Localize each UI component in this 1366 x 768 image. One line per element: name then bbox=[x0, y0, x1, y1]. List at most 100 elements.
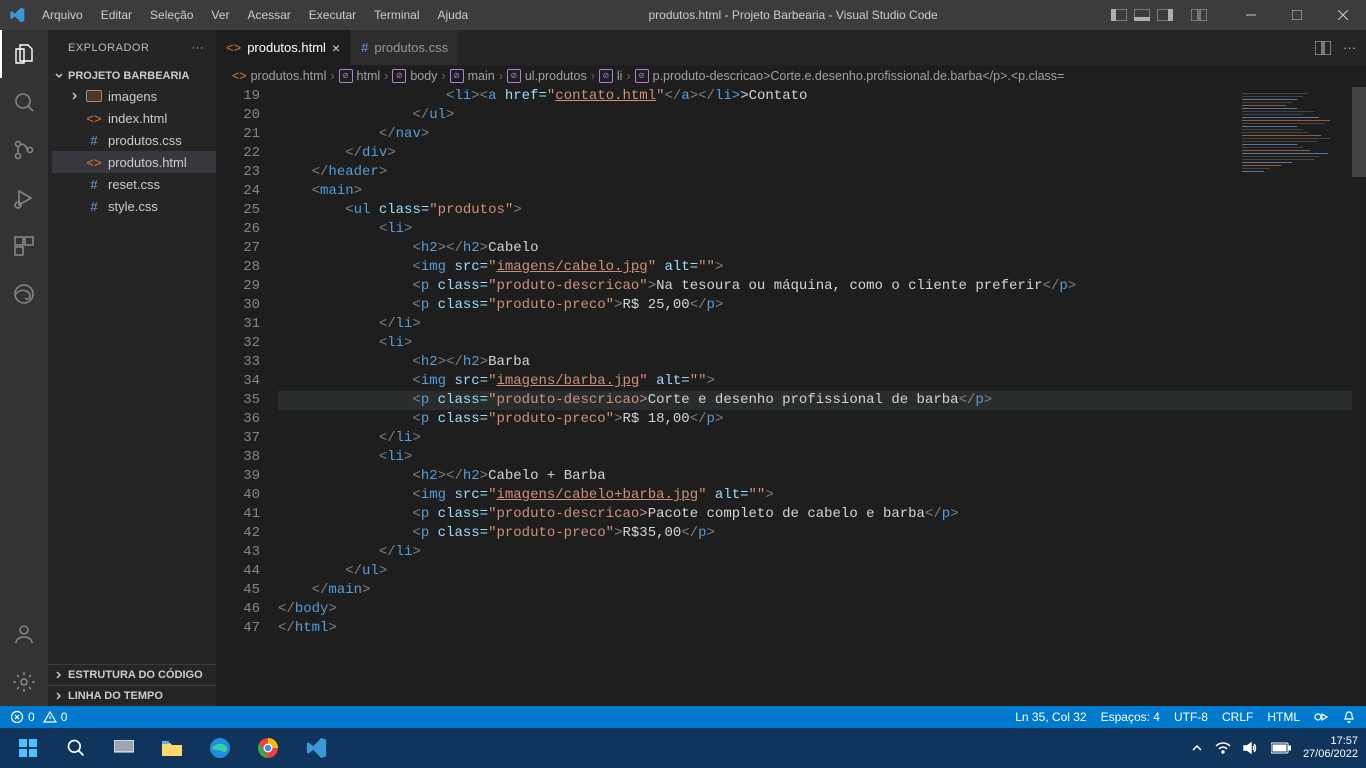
activity-edge-icon[interactable] bbox=[0, 270, 48, 318]
taskbar-search-icon[interactable] bbox=[56, 728, 96, 768]
editor-group: <> produtos.html × # produtos.css ··· <>… bbox=[216, 30, 1366, 706]
system-clock[interactable]: 17:57 27/06/2022 bbox=[1303, 735, 1358, 761]
vscode-logo-icon bbox=[0, 7, 34, 23]
timeline-section[interactable]: LINHA DO TEMPO bbox=[48, 685, 216, 706]
editor-tabs: <> produtos.html × # produtos.css ··· bbox=[216, 30, 1366, 65]
breadcrumb[interactable]: <> produtos.html› ⊘html› ⊘body› ⊘main› ⊘… bbox=[216, 65, 1366, 87]
bc-item[interactable]: ul.produtos bbox=[525, 69, 587, 83]
bc-item[interactable]: li bbox=[617, 69, 623, 83]
tree-file-produtos-css[interactable]: #produtos.css bbox=[52, 129, 216, 151]
tree-file-index[interactable]: <>index.html bbox=[52, 107, 216, 129]
status-eol[interactable]: CRLF bbox=[1222, 710, 1253, 724]
timeline-label: LINHA DO TEMPO bbox=[68, 690, 163, 702]
bc-item[interactable]: produtos.html bbox=[251, 69, 327, 83]
folder-icon bbox=[86, 88, 102, 104]
sidebar-more-icon[interactable]: ··· bbox=[192, 42, 205, 54]
status-bell-icon[interactable] bbox=[1342, 710, 1356, 724]
status-errors[interactable]: 0 bbox=[10, 710, 35, 724]
css-file-icon: # bbox=[86, 132, 102, 148]
tree-file-reset-css[interactable]: # reset.css bbox=[52, 173, 216, 195]
tray-chevron-icon[interactable] bbox=[1191, 742, 1203, 754]
tree-file-produtos-html[interactable]: <>produtos.html bbox=[52, 151, 216, 173]
bc-item[interactable]: html bbox=[357, 69, 381, 83]
activity-settings-icon[interactable] bbox=[0, 658, 48, 706]
tree-file-style-css[interactable]: #style.css bbox=[52, 195, 216, 217]
window-maximize-button[interactable] bbox=[1274, 0, 1320, 30]
tree-label: produtos.html bbox=[108, 155, 187, 170]
html-file-icon: <> bbox=[232, 69, 247, 83]
tab-close-icon[interactable]: × bbox=[332, 40, 340, 56]
window-minimize-button[interactable] bbox=[1228, 0, 1274, 30]
activity-bar bbox=[0, 30, 48, 706]
status-bar: 0 0 Ln 35, Col 32 Espaços: 4 UTF-8 CRLF … bbox=[0, 706, 1366, 728]
menu-selecao[interactable]: Seleção bbox=[142, 4, 201, 26]
tray-volume-icon[interactable] bbox=[1243, 741, 1259, 755]
activity-extensions-icon[interactable] bbox=[0, 222, 48, 270]
menu-editar[interactable]: Editar bbox=[93, 4, 140, 26]
element-icon: ⊘ bbox=[635, 69, 649, 83]
sidebar-title: EXPLORADOR bbox=[68, 42, 149, 54]
status-indent[interactable]: Espaços: 4 bbox=[1101, 710, 1160, 724]
clock-date: 27/06/2022 bbox=[1303, 748, 1358, 761]
tab-label: produtos.html bbox=[247, 40, 326, 55]
taskbar-chrome-icon[interactable] bbox=[248, 728, 288, 768]
window-title: produtos.html - Projeto Barbearia - Visu… bbox=[476, 8, 1110, 22]
editor-scrollbar[interactable] bbox=[1352, 87, 1366, 706]
menu-arquivo[interactable]: Arquivo bbox=[34, 4, 91, 26]
menu-ver[interactable]: Ver bbox=[203, 4, 237, 26]
activity-run-debug-icon[interactable] bbox=[0, 174, 48, 222]
element-icon: ⊘ bbox=[599, 69, 613, 83]
menu-executar[interactable]: Executar bbox=[301, 4, 364, 26]
tab-label: produtos.css bbox=[374, 40, 448, 55]
split-editor-icon[interactable] bbox=[1315, 41, 1331, 55]
tab-produtos-html[interactable]: <> produtos.html × bbox=[216, 30, 351, 65]
tray-battery-icon[interactable] bbox=[1271, 742, 1291, 754]
code-content[interactable]: <li><a href="contato.html"</a></li>>Cont… bbox=[278, 87, 1366, 706]
file-tree: imagens <>index.html #produtos.css <>pro… bbox=[48, 85, 216, 217]
element-icon: ⊘ bbox=[507, 69, 521, 83]
status-language[interactable]: HTML bbox=[1267, 710, 1300, 724]
taskbar-explorer-icon[interactable] bbox=[152, 728, 192, 768]
html-file-icon: <> bbox=[86, 110, 102, 126]
menu-terminal[interactable]: Terminal bbox=[366, 4, 427, 26]
outline-section[interactable]: ESTRUTURA DO CÓDIGO bbox=[48, 664, 216, 685]
bc-item[interactable]: body bbox=[410, 69, 437, 83]
layout-panel-icon[interactable] bbox=[1133, 8, 1151, 22]
tree-label: reset.css bbox=[108, 177, 160, 192]
activity-accounts-icon[interactable] bbox=[0, 610, 48, 658]
window-close-button[interactable] bbox=[1320, 0, 1366, 30]
tab-more-icon[interactable]: ··· bbox=[1343, 40, 1356, 55]
bc-item[interactable]: main bbox=[468, 69, 495, 83]
layout-sidebar-right-icon[interactable] bbox=[1156, 8, 1174, 22]
activity-search-icon[interactable] bbox=[0, 78, 48, 126]
layout-sidebar-left-icon[interactable] bbox=[1110, 8, 1128, 22]
tree-folder-imagens[interactable]: imagens bbox=[52, 85, 216, 107]
taskbar-vscode-icon[interactable] bbox=[296, 728, 336, 768]
taskbar-edge-icon[interactable] bbox=[200, 728, 240, 768]
bc-item[interactable]: p.produto-descricao>Corte.e.desenho.prof… bbox=[653, 69, 1065, 83]
taskbar-taskview-icon[interactable] bbox=[104, 728, 144, 768]
customize-layout-icon[interactable] bbox=[1190, 8, 1208, 22]
tab-produtos-css[interactable]: # produtos.css bbox=[351, 30, 459, 65]
css-file-icon: # bbox=[361, 40, 368, 55]
status-encoding[interactable]: UTF-8 bbox=[1174, 710, 1208, 724]
outline-label: ESTRUTURA DO CÓDIGO bbox=[68, 669, 203, 681]
css-file-icon: # bbox=[86, 198, 102, 214]
element-icon: ⊘ bbox=[339, 69, 353, 83]
activity-source-control-icon[interactable] bbox=[0, 126, 48, 174]
css-file-icon: # bbox=[86, 176, 102, 192]
start-button[interactable] bbox=[8, 728, 48, 768]
project-header[interactable]: PROJETO BARBEARIA bbox=[48, 67, 216, 85]
tree-label: imagens bbox=[108, 89, 157, 104]
status-feedback-icon[interactable] bbox=[1314, 710, 1328, 724]
activity-explorer-icon[interactable] bbox=[0, 30, 48, 78]
code-editor[interactable]: 1920212223242526272829303132333435363738… bbox=[216, 87, 1366, 706]
menu-ajuda[interactable]: Ajuda bbox=[430, 4, 477, 26]
tray-wifi-icon[interactable] bbox=[1215, 742, 1231, 754]
status-warnings[interactable]: 0 bbox=[43, 710, 68, 724]
status-warning-count: 0 bbox=[61, 710, 68, 724]
status-cursor[interactable]: Ln 35, Col 32 bbox=[1015, 710, 1086, 724]
menu-acessar[interactable]: Acessar bbox=[239, 4, 298, 26]
line-number-gutter: 1920212223242526272829303132333435363738… bbox=[216, 87, 278, 706]
element-icon: ⊘ bbox=[392, 69, 406, 83]
